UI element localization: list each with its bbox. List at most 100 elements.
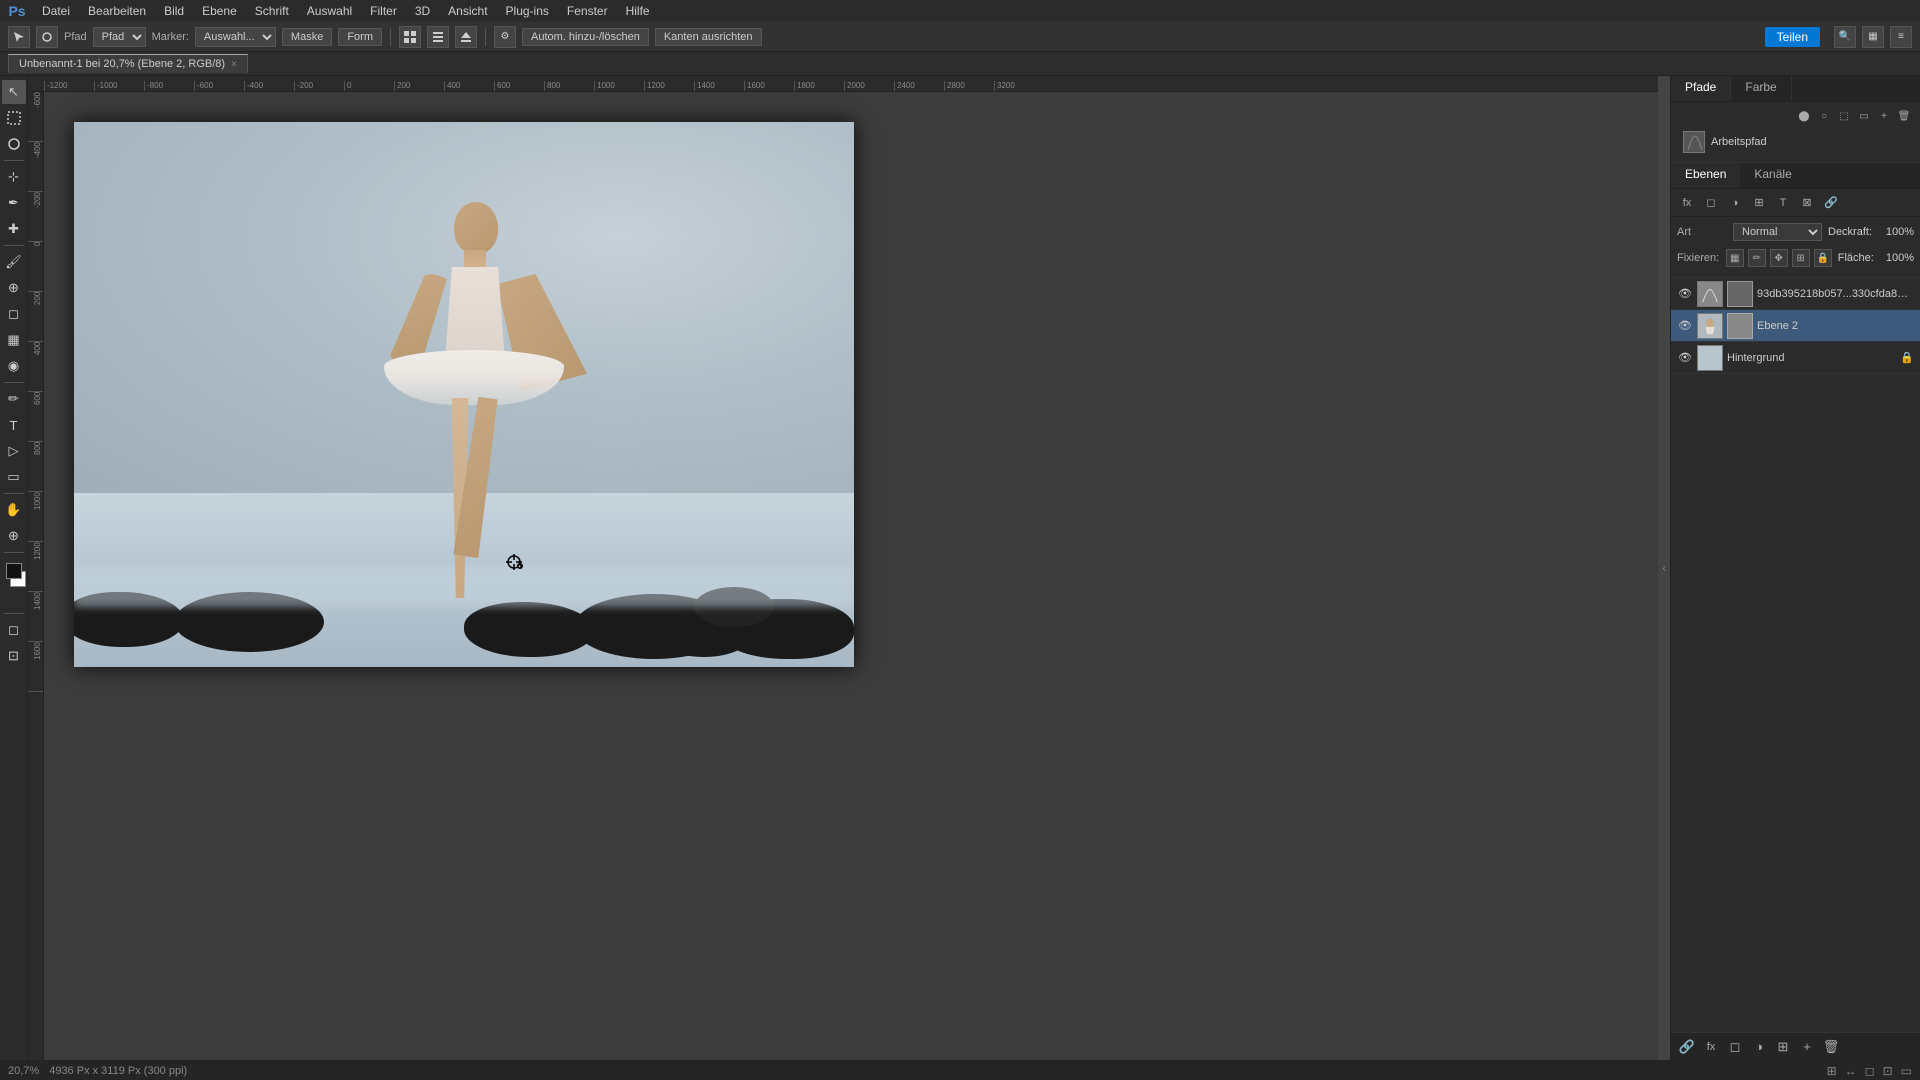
eyedropper-tool[interactable]: ✒ (2, 191, 26, 215)
path-selection-tool[interactable]: ▷ (2, 439, 26, 463)
menu-auswahl[interactable]: Auswahl (299, 2, 360, 20)
arrange-icon[interactable]: ⊠ (1797, 193, 1817, 213)
opacity-label-text: Deckraft: (1828, 226, 1868, 238)
lasso-tool[interactable] (2, 132, 26, 156)
gradient-tool[interactable]: ▦ (2, 328, 26, 352)
mask-bottom-icon[interactable]: ◻ (1725, 1037, 1745, 1057)
selection-tool[interactable] (2, 106, 26, 130)
link-layers-icon[interactable]: 🔗 (1821, 193, 1841, 213)
adjustment-bottom-icon[interactable]: ◑ (1749, 1037, 1769, 1057)
path-align-icon[interactable] (427, 26, 449, 48)
menu-plugins[interactable]: Plug-ins (498, 2, 557, 20)
layer-visibility-eye[interactable]: 👁 (1677, 286, 1693, 302)
lock-transparent-btn[interactable]: ▦ (1726, 249, 1744, 267)
type-layer-icon[interactable]: T (1773, 193, 1793, 213)
menu-bearbeiten[interactable]: Bearbeiten (80, 2, 154, 20)
canvas-scroll-area[interactable]: + (44, 92, 1658, 1060)
clone-tool[interactable]: ⊕ (2, 276, 26, 300)
layer-visibility-eye[interactable]: 👁 (1677, 350, 1693, 366)
menu-ebene[interactable]: Ebene (194, 2, 245, 20)
share-button[interactable]: Teilen (1765, 27, 1820, 47)
shape-tool[interactable]: ▭ (2, 465, 26, 489)
menu-bild[interactable]: Bild (156, 2, 192, 20)
blend-mode-select[interactable]: Normal (1733, 223, 1822, 241)
layout-icon[interactable]: ▦ (1862, 26, 1884, 48)
tool-sep2 (4, 245, 24, 246)
layer-item[interactable]: 👁 Ebene 2 (1671, 310, 1920, 342)
tool-icon[interactable] (8, 26, 30, 48)
ruler-left-mark: -600 (28, 92, 43, 142)
path-mask-icon[interactable]: ▭ (1856, 108, 1872, 124)
crop-tool[interactable]: ⊹ (2, 165, 26, 189)
lock-artboard-btn[interactable]: ⊞ (1792, 249, 1810, 267)
path-fill-icon[interactable]: ⬤ (1796, 108, 1812, 124)
fx-bottom-icon[interactable]: fx (1701, 1037, 1721, 1057)
ruler-left-mark: 1600 (28, 642, 43, 692)
healing-tool[interactable]: ✚ (2, 217, 26, 241)
search-icon[interactable]: 🔍 (1834, 26, 1856, 48)
new-layer-icon[interactable]: + (1797, 1037, 1817, 1057)
group-icon[interactable]: ⊞ (1749, 193, 1769, 213)
panel-collapse-arrow[interactable]: ‹ (1658, 76, 1670, 1060)
status-icon3[interactable]: ◻ (1865, 1064, 1875, 1078)
tab-channels[interactable]: Kanäle (1740, 163, 1805, 188)
layer-thumbnail (1697, 345, 1723, 371)
status-icon4[interactable]: ⊡ (1883, 1064, 1893, 1078)
tab-paths[interactable]: Pfade (1671, 76, 1731, 101)
menu-hilfe[interactable]: Hilfe (618, 2, 658, 20)
layer-visibility-eye[interactable]: 👁 (1677, 318, 1693, 334)
tool-icon2[interactable] (36, 26, 58, 48)
path-arrange-icon[interactable] (455, 26, 477, 48)
menu-filter[interactable]: Filter (362, 2, 405, 20)
brush-tool[interactable]: 🖌 (2, 250, 26, 274)
zoom-tool[interactable]: ⊕ (2, 524, 26, 548)
blur-tool[interactable]: ◉ (2, 354, 26, 378)
path-select[interactable]: Pfad (93, 27, 146, 47)
delete-layer-icon[interactable]: 🗑 (1821, 1037, 1841, 1057)
menu-fenster[interactable]: Fenster (559, 2, 616, 20)
lock-position-btn[interactable]: ✥ (1770, 249, 1788, 267)
path-operations-icon[interactable] (399, 26, 421, 48)
maske-button[interactable]: Maske (282, 28, 332, 46)
tab-close-button[interactable]: × (231, 59, 237, 70)
fx-icon[interactable]: fx (1677, 193, 1697, 213)
eraser-tool[interactable]: ◻ (2, 302, 26, 326)
status-icon2[interactable]: ↔ (1845, 1064, 1857, 1078)
group-bottom-icon[interactable]: ⊞ (1773, 1037, 1793, 1057)
marker-select[interactable]: Auswahl... (195, 27, 276, 47)
tab-layers[interactable]: Ebenen (1671, 163, 1740, 188)
hand-tool[interactable]: ✋ (2, 498, 26, 522)
path-new-icon[interactable]: + (1876, 108, 1892, 124)
lock-all-btn[interactable]: 🔒 (1814, 249, 1832, 267)
view-icon[interactable]: ≡ (1890, 26, 1912, 48)
mask-mode-btn[interactable]: ◻ (2, 618, 26, 642)
pen-tool[interactable]: ✏ (2, 387, 26, 411)
path-to-selection-icon[interactable]: ⬚ (1836, 108, 1852, 124)
status-icon1[interactable]: ⊞ (1827, 1064, 1837, 1078)
menu-datei[interactable]: Datei (34, 2, 78, 20)
tab-color[interactable]: Farbe (1731, 76, 1791, 101)
ruler-mark: -800 (144, 81, 194, 91)
adjustment-icon[interactable]: ◑ (1725, 193, 1745, 213)
kanten-button[interactable]: Kanten ausrichten (655, 28, 762, 46)
form-button[interactable]: Form (338, 28, 382, 46)
lock-paint-btn[interactable]: ✏ (1748, 249, 1766, 267)
type-tool[interactable]: T (2, 413, 26, 437)
path-stroke-icon[interactable]: ○ (1816, 108, 1832, 124)
menu-schrift[interactable]: Schrift (247, 2, 297, 20)
path-delete-icon[interactable]: 🗑 (1896, 108, 1912, 124)
document-tab[interactable]: Unbenannt-1 bei 20,7% (Ebene 2, RGB/8) × (8, 54, 248, 73)
layer-item[interactable]: 👁 Hintergrund 🔒 (1671, 342, 1920, 374)
gear-icon[interactable]: ⚙ (494, 26, 516, 48)
screen-mode-btn[interactable]: ⊡ (2, 644, 26, 668)
status-icon5[interactable]: ▭ (1901, 1064, 1912, 1078)
menu-3d[interactable]: 3D (407, 2, 438, 20)
autom-button[interactable]: Autom. hinzu-/löschen (522, 28, 649, 46)
foreground-color-swatch[interactable] (6, 563, 22, 579)
mask-icon[interactable]: ◻ (1701, 193, 1721, 213)
link-icon[interactable]: 🔗 (1677, 1037, 1697, 1057)
paths-list-item[interactable]: Arbeitspfad (1679, 128, 1912, 156)
layer-item[interactable]: 👁 93db395218b057...330cfda8922cb (1671, 278, 1920, 310)
menu-ansicht[interactable]: Ansicht (440, 2, 495, 20)
move-tool[interactable]: ↖ (2, 80, 26, 104)
